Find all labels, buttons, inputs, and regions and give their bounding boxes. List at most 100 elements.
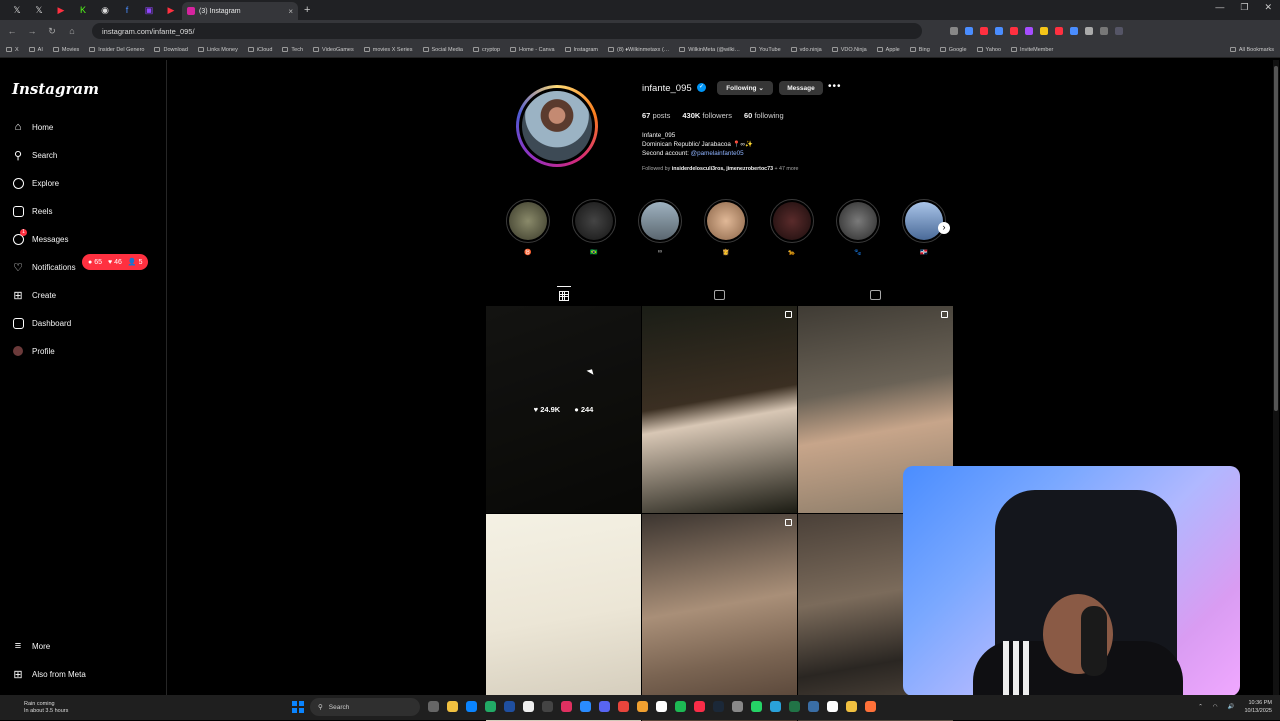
app-icon[interactable] <box>485 701 496 712</box>
bookmark-item[interactable]: AI <box>28 47 43 53</box>
extension-icon[interactable] <box>965 27 973 35</box>
all-bookmarks[interactable]: All Bookmarks <box>1229 47 1274 53</box>
windows-start-icon[interactable] <box>292 701 304 713</box>
tab-facebook[interactable]: f <box>116 0 138 20</box>
close-window-button[interactable]: ✕ <box>1264 2 1272 13</box>
post-tile[interactable] <box>486 514 641 721</box>
post-tile[interactable] <box>642 514 797 721</box>
bookmark-item[interactable]: WilkinMeta (@wilki… <box>679 47 740 53</box>
forward-button[interactable]: → <box>26 26 38 36</box>
bookmark-item[interactable]: Instagram <box>564 47 598 53</box>
volume-icon[interactable]: 🔊 <box>1228 704 1235 710</box>
app-icon[interactable] <box>504 701 515 712</box>
bookmark-item[interactable]: VDO.Ninja <box>831 47 867 53</box>
bookmark-item[interactable]: Google <box>939 47 967 53</box>
taskbar-search[interactable]: ⚲ Search <box>310 698 420 716</box>
bookmark-item[interactable]: (8) ♦Wilkinmetaxx (… <box>607 47 669 53</box>
discord-icon[interactable] <box>599 701 610 712</box>
extension-icon[interactable] <box>1040 27 1048 35</box>
tab-posts[interactable] <box>556 286 571 304</box>
tab-kick[interactable]: K <box>72 0 94 20</box>
bookmark-item[interactable]: movies X Series <box>363 47 413 53</box>
edge-icon[interactable] <box>466 701 477 712</box>
tab-youtube[interactable]: ▶ <box>50 0 72 20</box>
bookmark-item[interactable]: Links Money <box>197 47 238 53</box>
chrome-icon[interactable] <box>618 701 629 712</box>
close-tab-icon[interactable]: × <box>288 7 293 16</box>
sidebar-item-create[interactable]: ⊞ Create <box>12 288 56 302</box>
highlights-next-arrow[interactable]: › <box>938 222 950 234</box>
sidebar-item-home[interactable]: ⌂ Home <box>12 120 54 134</box>
tab-generic[interactable]: ◉ <box>94 0 116 20</box>
clock[interactable]: 10:36 PM 10/13/2025 <box>1244 699 1272 715</box>
bookmark-item[interactable]: Insider Del Genero <box>89 47 144 53</box>
app-icon[interactable] <box>846 701 857 712</box>
music-icon[interactable] <box>694 701 705 712</box>
instagram-logo[interactable]: Instagram <box>12 80 99 98</box>
bookmark-item[interactable]: iCloud <box>247 47 272 53</box>
tab-tagged[interactable] <box>868 286 882 304</box>
sidebar-item-explore[interactable]: Explore <box>12 176 59 190</box>
app-icon[interactable] <box>523 701 534 712</box>
sidebar-item-profile[interactable]: Profile <box>12 344 55 358</box>
app-icon[interactable] <box>580 701 591 712</box>
message-button[interactable]: Message <box>779 81 823 95</box>
minimize-button[interactable]: — <box>1215 2 1224 13</box>
spotify-icon[interactable] <box>675 701 686 712</box>
bookmark-item[interactable]: Home - Canva <box>510 47 555 53</box>
bookmark-item[interactable]: Download <box>154 47 188 53</box>
maximize-button[interactable]: ❐ <box>1240 2 1248 13</box>
tab-instagram[interactable]: (3) Instagram × <box>182 2 298 20</box>
sidebar-item-more[interactable]: ≡ More <box>12 639 50 653</box>
extension-icon[interactable] <box>1070 27 1078 35</box>
extension-icon[interactable] <box>1055 27 1063 35</box>
followers-stat[interactable]: 430K followers <box>682 111 732 120</box>
extension-icon[interactable] <box>1010 27 1018 35</box>
extension-icon[interactable] <box>995 27 1003 35</box>
extension-icon[interactable] <box>1025 27 1033 35</box>
back-button[interactable]: ← <box>6 26 18 36</box>
bookmark-item[interactable]: vdo.ninja <box>790 47 822 53</box>
sidebar-item-reels[interactable]: Reels <box>12 204 52 218</box>
bookmark-item[interactable]: VideoGames <box>313 47 354 53</box>
sidebar-item-notifications[interactable]: ♡ Notifications <box>12 260 76 274</box>
bookmark-item[interactable]: YouTube <box>750 47 781 53</box>
extension-icon[interactable] <box>1085 27 1093 35</box>
telegram-icon[interactable] <box>770 701 781 712</box>
followed-by[interactable]: Followed by insiderdelosculi3ros, jimene… <box>642 166 798 172</box>
wifi-icon[interactable]: ◠ <box>1213 704 1218 710</box>
highlight-item[interactable]: 👸 <box>704 199 748 256</box>
task-view-icon[interactable] <box>428 701 439 712</box>
new-tab-button[interactable]: + <box>304 4 310 16</box>
weather-widget[interactable]: Rain coming In about 3.5 hours <box>24 701 68 715</box>
highlight-item[interactable]: 🐾 <box>836 199 880 256</box>
tab-x-2[interactable]: 𝕏 <box>28 0 50 20</box>
home-button[interactable]: ⌂ <box>66 26 78 36</box>
highlight-item[interactable]: 🐆 <box>770 199 814 256</box>
app-icon[interactable] <box>732 701 743 712</box>
second-account-link[interactable]: @pamelainfante05 <box>691 150 744 157</box>
sidebar-item-also-from-meta[interactable]: ⊞ Also from Meta <box>12 667 85 681</box>
bookmark-item[interactable]: Social Media <box>422 47 463 53</box>
excel-icon[interactable] <box>789 701 800 712</box>
notifications-popup-badge[interactable]: ● 65 ♥ 46 👤 5 <box>82 254 149 270</box>
firefox-icon[interactable] <box>865 701 876 712</box>
bookmark-item[interactable]: Movies <box>52 47 79 53</box>
profile-icon[interactable] <box>1115 27 1123 35</box>
page-scrollbar[interactable] <box>1273 60 1279 695</box>
bookmark-item[interactable]: Tech <box>282 47 303 53</box>
bookmark-item[interactable]: cryptop <box>473 47 500 53</box>
tab-reels[interactable] <box>712 286 726 304</box>
sidebar-item-search[interactable]: ⚲ Search <box>12 148 57 162</box>
app-icon[interactable] <box>827 701 838 712</box>
bookmark-item[interactable]: Apple <box>876 47 900 53</box>
highlight-item[interactable]: ∞ <box>638 199 682 256</box>
bookmark-item[interactable]: Yahoo <box>976 47 1001 53</box>
file-explorer-icon[interactable] <box>447 701 458 712</box>
extension-icon[interactable] <box>1100 27 1108 35</box>
tab-youtube-2[interactable]: ▶ <box>160 0 182 20</box>
post-tile[interactable] <box>642 306 797 513</box>
steam-icon[interactable] <box>713 701 724 712</box>
app-icon[interactable] <box>637 701 648 712</box>
app-icon[interactable] <box>656 701 667 712</box>
